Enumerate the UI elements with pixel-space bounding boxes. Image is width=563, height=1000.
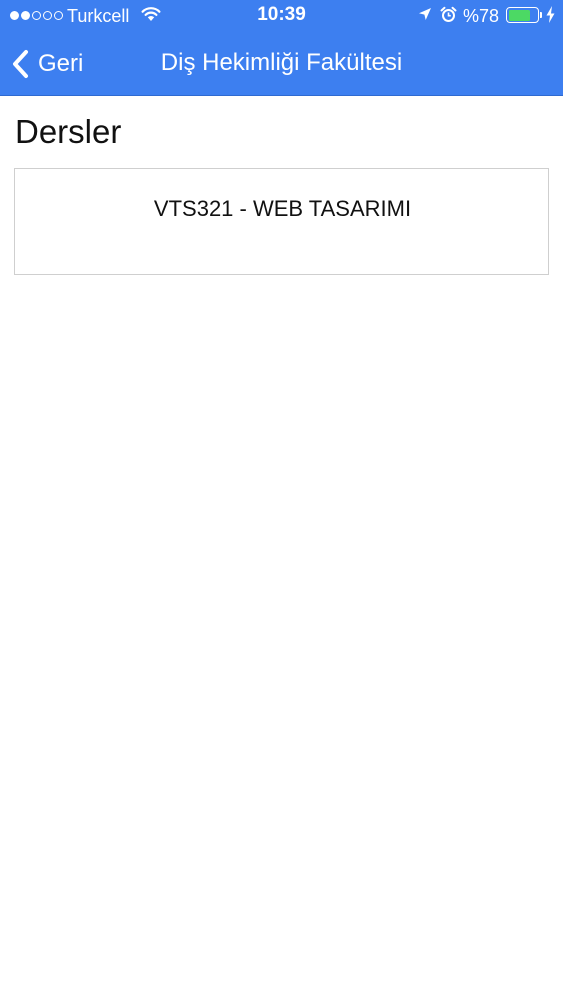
battery-cap xyxy=(540,12,542,18)
top-bar: Turkcell 10:39 %78 Geri Diş Hekimliği Fa… xyxy=(0,0,563,96)
page-title: Dersler xyxy=(15,113,122,150)
alarm-clock-icon xyxy=(440,6,457,22)
course-list-item[interactable]: VTS321 - WEB TASARIMI xyxy=(14,168,549,275)
battery-icon xyxy=(506,7,539,23)
nav-title: Diş Hekimliği Fakültesi xyxy=(160,49,403,76)
course-name: VTS321 - WEB TASARIMI xyxy=(153,196,412,221)
battery-percentage: %78 xyxy=(463,6,500,26)
status-bar: Turkcell 10:39 %78 xyxy=(0,0,563,32)
battery-level-fill xyxy=(508,9,531,21)
charging-bolt-icon xyxy=(546,6,555,23)
location-arrow-icon xyxy=(419,8,431,20)
